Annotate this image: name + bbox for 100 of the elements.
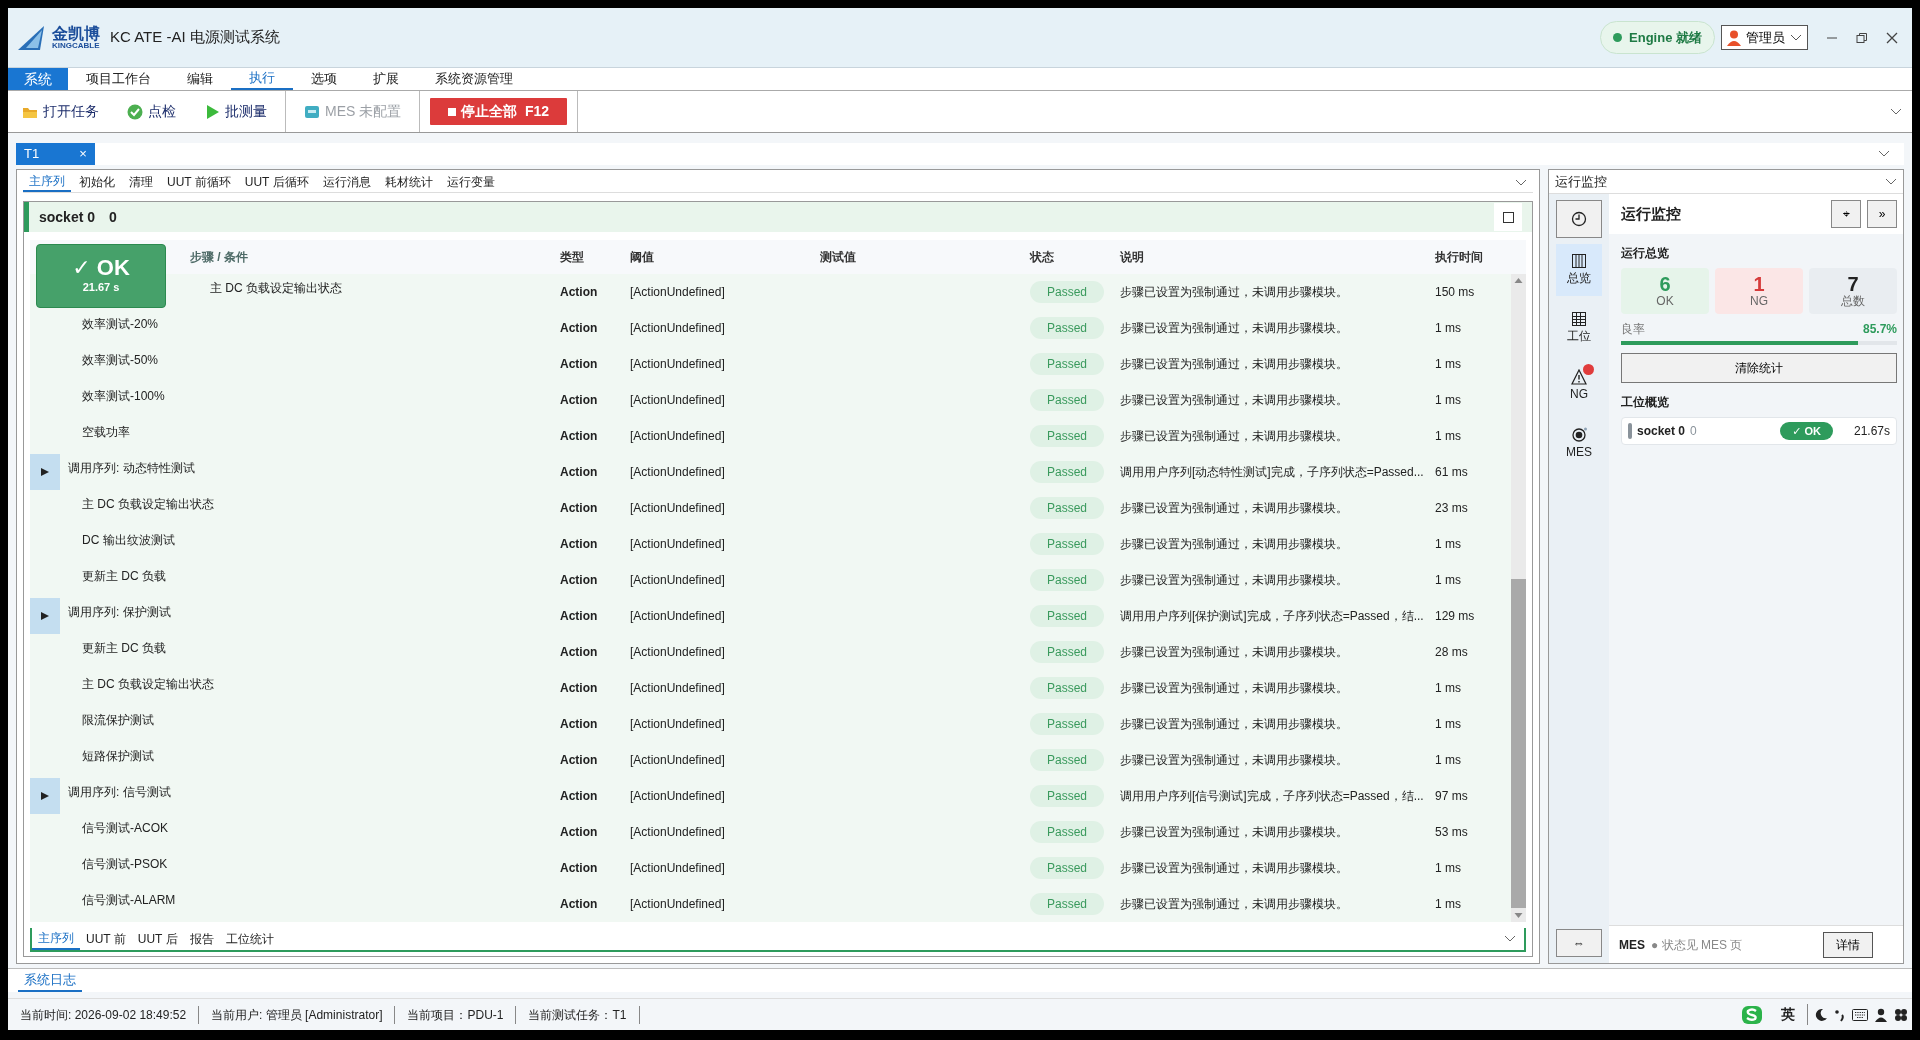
sequence-tab[interactable]: 耗材统计	[378, 172, 439, 192]
collapse-button[interactable]: »	[1867, 200, 1897, 228]
menu-item[interactable]: 选项	[293, 68, 355, 90]
menu-item[interactable]: 项目工作台	[68, 68, 169, 90]
menu-item[interactable]: 系统	[8, 68, 68, 90]
status-text: 当前项目：PDU-1	[395, 1005, 517, 1024]
toolbar-button[interactable]: 点检	[113, 101, 190, 122]
warning-icon	[1570, 369, 1588, 385]
step-name: 主 DC 负载设定输出状态	[82, 496, 214, 513]
toolbar-button[interactable]: 批测量	[190, 101, 281, 122]
chevron-icon[interactable]	[1885, 177, 1897, 186]
status-badge: Passed	[1030, 605, 1104, 627]
document-tab[interactable]: T1 ×	[16, 143, 95, 165]
column-header: 测试值	[820, 249, 857, 266]
restore-icon[interactable]	[1856, 31, 1868, 44]
swap-button[interactable]: ⇔	[1556, 929, 1602, 957]
socket-title: socket 0	[39, 207, 96, 227]
step-type: Action	[560, 392, 599, 409]
station-name: socket 0	[1637, 423, 1686, 440]
menu-item[interactable]: 系统资源管理	[417, 68, 531, 90]
step-type: Action	[560, 680, 599, 697]
clover-icon[interactable]	[1894, 1007, 1908, 1022]
status-badge: Passed	[1030, 857, 1104, 879]
sequence-tab[interactable]: 初始化	[73, 172, 121, 192]
station-row[interactable]: socket 0 0 ✓ OK 21.67s	[1621, 417, 1897, 445]
result-label: ✓ OK	[72, 256, 130, 279]
view-tab[interactable]: 报告	[183, 928, 220, 950]
nav-item[interactable]: 总览	[1556, 244, 1602, 296]
close-tab-button[interactable]: ×	[79, 144, 87, 164]
description-cell-text: 步骤已设置为强制通过，未调用步骤模块。	[1120, 824, 1349, 841]
person-icon[interactable]	[1874, 1007, 1888, 1022]
keyboard-icon[interactable]	[1852, 1008, 1868, 1021]
close-icon[interactable]	[1886, 31, 1898, 44]
log-tab[interactable]: 系统日志	[18, 969, 82, 992]
yield-label: 良率	[1621, 321, 1645, 338]
expand-icon[interactable]	[41, 792, 49, 800]
threshold-cell-text: [ActionUndefined]	[630, 716, 726, 733]
stat-value: 7	[1847, 273, 1859, 296]
threshold-cell-text: [ActionUndefined]	[630, 428, 726, 445]
stop-button[interactable]: 停止全部 F12	[430, 98, 568, 125]
time-cell-text: 150 ms	[1435, 284, 1476, 301]
toolbar-button[interactable]: 打开任务	[8, 101, 113, 122]
radio-icon	[1570, 427, 1588, 443]
time-cell-text: 1 ms	[1435, 356, 1462, 373]
threshold-cell-text: [ActionUndefined]	[630, 572, 726, 589]
nav-item[interactable]: NG	[1556, 360, 1602, 412]
stat-label: NG	[1750, 295, 1768, 309]
menu-item[interactable]: 扩展	[355, 68, 417, 90]
menu-item[interactable]: 编辑	[169, 68, 231, 90]
moon-icon[interactable]	[1814, 1007, 1828, 1022]
scrollbar-thumb[interactable]	[1511, 579, 1526, 908]
time-cell-text: 1 ms	[1435, 752, 1462, 769]
threshold-cell-text: [ActionUndefined]	[630, 320, 726, 337]
step-name: 空载功率	[82, 424, 130, 441]
engine-label: Engine 就绪	[1629, 28, 1702, 47]
locate-button[interactable]: ⌖	[1831, 200, 1861, 228]
station-count: 0	[1690, 423, 1697, 440]
punctuation-icon[interactable]	[1834, 1007, 1846, 1022]
step-name: 限流保护测试	[82, 712, 154, 729]
step-type: Action	[560, 284, 599, 301]
threshold-cell-text: [ActionUndefined]	[630, 356, 726, 373]
details-button[interactable]: 详情	[1823, 931, 1873, 958]
language-indicator[interactable]: 英	[1769, 1004, 1808, 1025]
chevron-icon	[1515, 179, 1527, 187]
view-tab[interactable]: 工位统计	[219, 928, 280, 950]
brand-name: 金凯博	[52, 25, 100, 42]
time-cell-text: 1 ms	[1435, 680, 1462, 697]
column-header: 执行时间	[1435, 249, 1483, 266]
result-badge: ✓ OK	[1780, 421, 1833, 441]
step-type: Action	[560, 896, 599, 913]
time-cell-text: 1 ms	[1435, 860, 1462, 877]
monitor-title: 运行监控	[1621, 203, 1681, 224]
expand-icon[interactable]	[41, 612, 49, 620]
status-badge: Passed	[1030, 425, 1104, 447]
view-tab[interactable]: 主序列	[32, 928, 80, 950]
view-tab[interactable]: UUT 前	[80, 928, 132, 950]
clear-stats-button[interactable]: 清除统计	[1621, 353, 1897, 383]
nav-item[interactable]: MES	[1556, 418, 1602, 470]
stop-icon	[448, 107, 457, 116]
step-name: 更新主 DC 负载	[82, 640, 166, 657]
status-badge: Passed	[1030, 569, 1104, 591]
sequence-tab[interactable]: 清理	[123, 172, 159, 192]
threshold-cell-text: [ActionUndefined]	[630, 392, 726, 409]
panel-title: 运行监控	[1555, 172, 1607, 191]
user-dropdown[interactable]: 管理员	[1721, 24, 1808, 51]
sequence-tab[interactable]: 主序列	[23, 172, 71, 192]
expand-icon[interactable]	[41, 468, 49, 476]
view-tab[interactable]: UUT 后	[131, 928, 184, 950]
history-button[interactable]	[1556, 200, 1602, 238]
description-cell-text: 步骤已设置为强制通过，未调用步骤模块。	[1120, 320, 1349, 337]
step-name: 短路保护测试	[82, 748, 154, 765]
sequence-tab[interactable]: UUT 后循环	[238, 172, 315, 192]
result-time: 21.67 s	[82, 279, 120, 295]
step-name: 调用序列: 动态特性测试	[68, 460, 195, 477]
maximize-button[interactable]	[1494, 203, 1522, 231]
time-cell-text: 1 ms	[1435, 572, 1462, 589]
sequence-tab[interactable]: 运行变量	[440, 172, 501, 192]
sequence-tab[interactable]: 运行消息	[316, 172, 377, 192]
nav-item[interactable]: 工位	[1556, 302, 1602, 354]
sequence-tab[interactable]: UUT 前循环	[161, 172, 237, 192]
